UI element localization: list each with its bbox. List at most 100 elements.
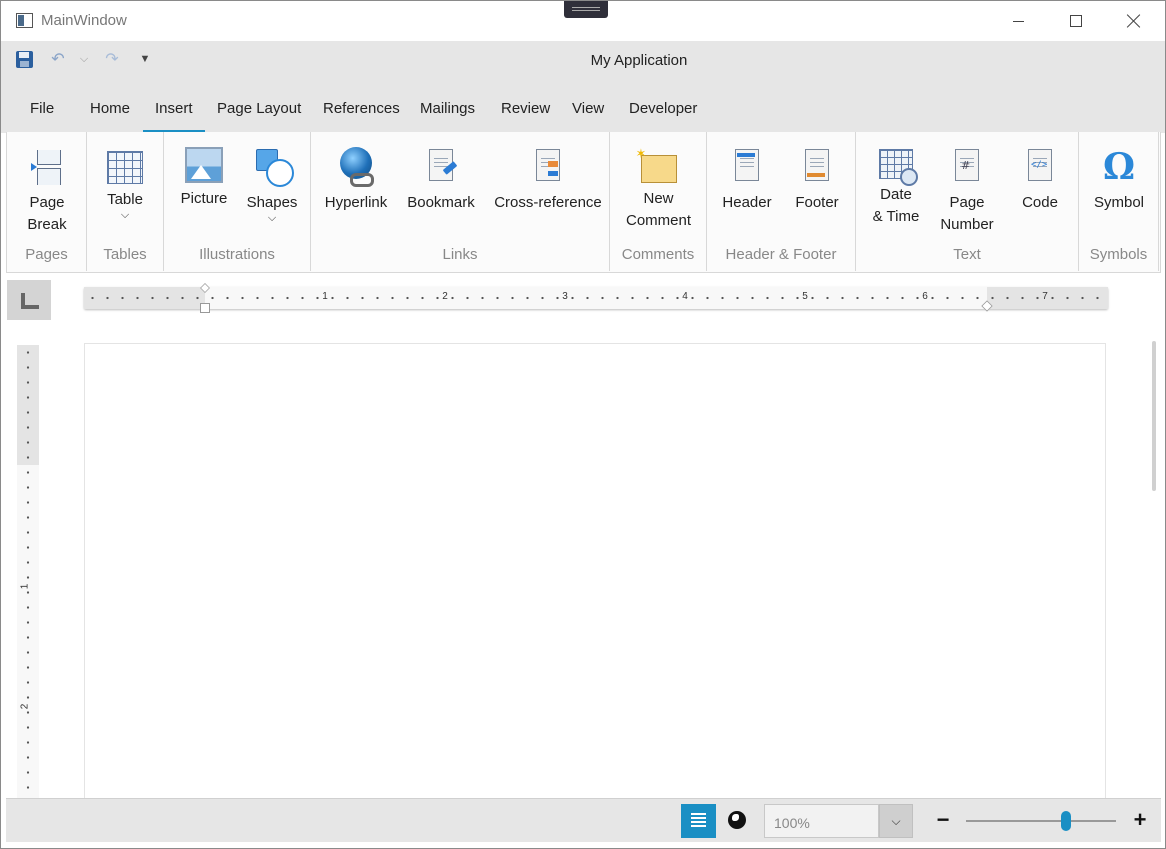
header-button[interactable]: Header <box>715 147 779 214</box>
group-label-illustrations: Illustrations <box>199 246 275 263</box>
group-label-pages: Pages <box>25 246 68 263</box>
comment-icon <box>636 146 677 183</box>
zoom-slider-thumb[interactable] <box>1061 811 1071 831</box>
shapes-icon <box>252 147 294 187</box>
ribbon-insert-panel: Page Break Pages Table ⌵ Tables Picture … <box>6 132 1161 273</box>
hyperlink-button[interactable]: Hyperlink <box>319 147 393 214</box>
document-page[interactable] <box>84 343 1106 813</box>
table-button[interactable]: Table ⌵ <box>95 147 155 222</box>
tab-mailings[interactable]: Mailings <box>408 81 487 133</box>
code-button[interactable]: </> Code <box>1008 147 1072 214</box>
window-title: MainWindow <box>41 12 127 29</box>
print-layout-icon[interactable] <box>681 804 716 838</box>
tab-page-layout[interactable]: Page Layout <box>205 81 313 133</box>
page-break-button[interactable]: Page Break <box>17 147 77 236</box>
zoom-out-button[interactable]: − <box>932 807 954 833</box>
cross-reference-icon <box>528 147 568 187</box>
ruler-ticks <box>26 345 30 798</box>
bookmark-button[interactable]: Bookmark <box>403 147 479 214</box>
calendar-clock-icon <box>879 149 918 186</box>
tab-references[interactable]: References <box>311 81 412 133</box>
bookmark-icon <box>421 147 461 187</box>
minimize-button[interactable] <box>989 1 1047 41</box>
ribbon-tab-bar: File Home Insert Page Layout References … <box>1 81 1165 133</box>
zoom-combobox[interactable]: 100% <box>764 804 879 838</box>
ruler-number: 6 <box>922 291 928 302</box>
group-label-header-footer: Header & Footer <box>725 246 837 263</box>
tab-insert[interactable]: Insert <box>143 81 205 133</box>
undo-dropdown-icon[interactable]: ⌵ <box>76 49 92 69</box>
ruler-ticks <box>84 296 1108 300</box>
chevron-down-icon: ⌵ <box>120 209 130 221</box>
ruler-number: 5 <box>802 291 808 302</box>
tab-file[interactable]: File <box>18 81 66 133</box>
ruler-number: 1 <box>322 291 328 302</box>
customize-dropdown-icon[interactable]: ▼ <box>137 49 153 69</box>
ruler-number: 2 <box>19 703 31 710</box>
table-icon <box>107 151 143 184</box>
footer-icon <box>797 147 837 187</box>
app-title: My Application <box>590 52 688 69</box>
footer-button[interactable]: Footer <box>785 147 849 214</box>
zoom-in-button[interactable]: + <box>1129 807 1151 833</box>
group-label-text: Text <box>953 246 981 263</box>
left-indent-handle[interactable] <box>200 303 210 313</box>
tab-review[interactable]: Review <box>489 81 562 133</box>
group-comments: New Comment Comments <box>610 132 707 271</box>
ruler-number: 4 <box>682 291 688 302</box>
maximize-icon <box>1070 15 1082 27</box>
horizontal-ruler[interactable]: 1 2 3 4 5 6 7 <box>84 283 1108 313</box>
minimize-icon <box>1012 20 1024 22</box>
save-icon <box>15 50 33 68</box>
new-comment-button[interactable]: New Comment <box>620 146 697 232</box>
maximize-button[interactable] <box>1047 1 1105 41</box>
page-number-button[interactable]: # Page Number <box>934 147 1000 236</box>
status-bar: 100% ⌵ − + <box>6 798 1161 842</box>
group-pages: Page Break Pages <box>7 132 87 271</box>
cross-reference-button[interactable]: Cross-reference <box>491 147 605 214</box>
window-icon <box>16 13 33 28</box>
tab-developer[interactable]: Developer <box>617 81 709 133</box>
group-links: Hyperlink Bookmark Cross-reference Links <box>311 132 610 271</box>
group-text: Date & Time # Page Number </> Code Text <box>856 132 1079 271</box>
date-time-button[interactable]: Date & Time <box>864 147 928 228</box>
hyperlink-icon <box>336 147 376 187</box>
undo-icon[interactable]: ↶ <box>49 49 67 69</box>
header-icon <box>727 147 767 187</box>
close-button[interactable] <box>1105 1 1163 41</box>
code-icon: </> <box>1020 147 1060 187</box>
symbol-button[interactable]: Ω Symbol <box>1087 147 1151 214</box>
group-label-comments: Comments <box>621 246 695 263</box>
vertical-scrollbar[interactable] <box>1152 341 1156 491</box>
page-number-icon: # <box>947 147 987 187</box>
zoom-slider-track[interactable] <box>966 820 1116 822</box>
close-icon <box>1127 14 1141 28</box>
window-grip-handle[interactable] <box>564 1 608 18</box>
web-layout-icon[interactable] <box>728 811 746 829</box>
redo-icon[interactable]: ↷ <box>103 49 121 69</box>
group-label-links: Links <box>442 246 478 263</box>
group-header-footer: Header Footer Header & Footer <box>707 132 856 271</box>
tab-stop-selector-icon[interactable] <box>7 280 51 320</box>
tab-view[interactable]: View <box>560 81 616 133</box>
ruler-number: 7 <box>1042 291 1048 302</box>
vertical-ruler[interactable]: 1 2 <box>17 345 39 798</box>
group-illustrations: Picture Shapes ⌵ Illustrations <box>164 132 311 271</box>
omega-icon: Ω <box>1102 146 1136 188</box>
picture-button[interactable]: Picture <box>174 147 234 210</box>
zoom-dropdown-button[interactable]: ⌵ <box>879 804 913 838</box>
title-bar[interactable]: MainWindow <box>1 1 1165 41</box>
main-window: MainWindow ↶ ⌵ ↷ ▼ My Application File H… <box>0 0 1166 849</box>
ruler-number: 2 <box>442 291 448 302</box>
group-label-tables: Tables <box>103 246 147 263</box>
save-button[interactable] <box>14 49 34 69</box>
shapes-button[interactable]: Shapes ⌵ <box>242 147 302 225</box>
group-symbols: Ω Symbol Symbols <box>1079 132 1159 271</box>
ruler-area: 1 2 3 4 5 6 7 <box>6 273 1161 335</box>
document-area: 1 2 <box>6 335 1161 813</box>
tab-home[interactable]: Home <box>78 81 142 133</box>
page-break-icon <box>27 147 67 187</box>
picture-icon <box>185 147 223 183</box>
group-tables: Table ⌵ Tables <box>87 132 164 271</box>
ruler-number: 1 <box>19 583 31 590</box>
